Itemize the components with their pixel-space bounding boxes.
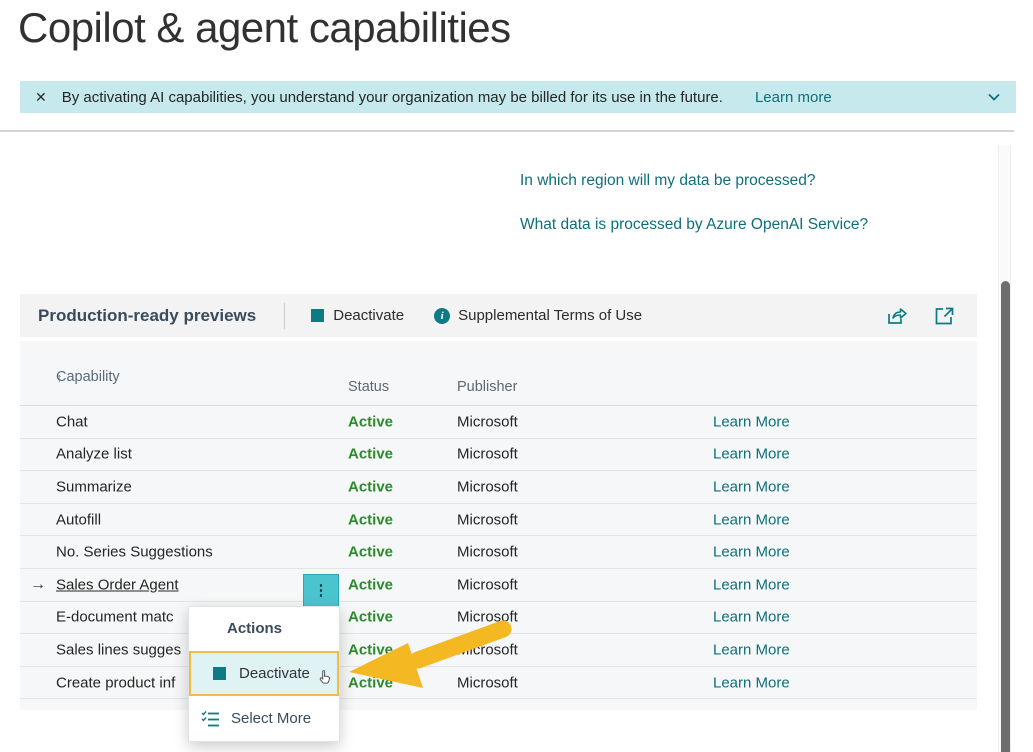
sort-ascending-icon: ↑: [56, 370, 63, 385]
table-row: Sales lines sugges Active Microsoft Lear…: [20, 634, 977, 667]
learn-more-link[interactable]: Learn More: [713, 478, 790, 495]
table-body: Chat Active Microsoft Learn More Analyze…: [20, 406, 977, 699]
publisher-cell: Microsoft: [457, 446, 518, 463]
publisher-cell: Microsoft: [457, 674, 518, 691]
supplemental-terms-button[interactable]: i Supplemental Terms of Use: [434, 307, 642, 324]
close-icon[interactable]: ✕: [35, 89, 47, 106]
capability-cell[interactable]: Autofill: [56, 511, 101, 528]
capability-cell[interactable]: Create product inf: [56, 674, 175, 691]
learn-more-link[interactable]: Learn More: [713, 544, 790, 561]
status-badge: Active: [348, 576, 393, 593]
publisher-cell: Microsoft: [457, 544, 518, 561]
table-row: E-document matc Active Microsoft Learn M…: [20, 602, 977, 635]
capability-cell[interactable]: Chat: [56, 413, 88, 430]
banner-message: By activating AI capabilities, you under…: [62, 89, 723, 106]
publisher-cell: Microsoft: [457, 609, 518, 626]
deactivate-square-icon: [213, 667, 226, 680]
capability-cell[interactable]: Sales lines sugges: [56, 641, 181, 658]
supplemental-terms-label: Supplemental Terms of Use: [458, 307, 642, 324]
row-actions-ellipsis-button[interactable]: ⋮: [303, 574, 339, 607]
learn-more-link[interactable]: Learn More: [713, 609, 790, 626]
publisher-cell: Microsoft: [457, 641, 518, 658]
learn-more-link[interactable]: Learn More: [713, 576, 790, 593]
status-badge: Active: [348, 609, 393, 626]
row-actions-context-menu: Actions Deactivate Select More: [188, 606, 340, 742]
menu-item-deactivate-label: Deactivate: [239, 665, 310, 682]
card-header-icons: [886, 306, 955, 326]
publisher-cell: Microsoft: [457, 478, 518, 495]
select-more-checklist-icon: [201, 710, 220, 727]
banner-learn-more-link[interactable]: Learn more: [755, 89, 832, 106]
publisher-cell: Microsoft: [457, 413, 518, 430]
status-badge: Active: [348, 413, 393, 430]
capability-cell[interactable]: Sales Order Agent: [56, 576, 179, 593]
status-badge: Active: [348, 478, 393, 495]
vertical-scrollbar[interactable]: [998, 145, 1011, 752]
selected-row-arrow-icon: →: [30, 576, 46, 594]
learn-more-link[interactable]: Learn More: [713, 674, 790, 691]
table-row: Analyze list Active Microsoft Learn More: [20, 439, 977, 472]
share-icon[interactable]: [886, 306, 908, 326]
chevron-down-icon[interactable]: [986, 90, 1002, 104]
table-row: No. Series Suggestions Active Microsoft …: [20, 536, 977, 569]
copilot-capabilities-page: Copilot & agent capabilities ✕ By activa…: [0, 0, 1033, 752]
menu-item-select-more-label: Select More: [231, 710, 311, 727]
deactivate-square-icon: [311, 309, 324, 322]
capability-cell[interactable]: E-document matc: [56, 609, 174, 626]
learn-more-link[interactable]: Learn More: [713, 413, 790, 430]
status-badge: Active: [348, 544, 393, 561]
menu-item-select-more[interactable]: Select More: [189, 696, 339, 741]
divider: [0, 130, 1014, 132]
capability-cell[interactable]: Summarize: [56, 478, 132, 495]
table-row: → Sales Order Agent Active Microsoft Lea…: [20, 569, 977, 602]
table-header-row: Capability ↑ Status Publisher: [20, 341, 977, 406]
learn-more-link[interactable]: Learn More: [713, 511, 790, 528]
divider: [284, 303, 285, 329]
table-row: Create product inf Active Microsoft Lear…: [20, 667, 977, 700]
column-header-status[interactable]: Status: [348, 379, 389, 395]
learn-more-link[interactable]: Learn More: [713, 446, 790, 463]
page-title: Copilot & agent capabilities: [18, 4, 511, 52]
deactivate-toolbar-button[interactable]: Deactivate: [311, 307, 404, 324]
mouse-pointer-hand-icon: [318, 669, 333, 686]
faq-link-openai[interactable]: What data is processed by Azure OpenAI S…: [520, 216, 868, 234]
table-row: Autofill Active Microsoft Learn More: [20, 504, 977, 537]
status-badge: Active: [348, 674, 393, 691]
open-in-new-window-icon[interactable]: [934, 306, 955, 326]
status-badge: Active: [348, 511, 393, 528]
notification-banner: ✕ By activating AI capabilities, you und…: [20, 81, 1016, 113]
faq-link-region[interactable]: In which region will my data be processe…: [520, 172, 816, 190]
publisher-cell: Microsoft: [457, 511, 518, 528]
card-header: Production-ready previews Deactivate i S…: [20, 294, 977, 337]
table-row: Chat Active Microsoft Learn More: [20, 406, 977, 439]
capabilities-table: Capability ↑ Status Publisher Chat Activ…: [20, 341, 977, 710]
capability-cell[interactable]: Analyze list: [56, 446, 132, 463]
context-menu-header: Actions: [189, 607, 339, 651]
column-header-publisher[interactable]: Publisher: [457, 379, 517, 395]
learn-more-link[interactable]: Learn More: [713, 641, 790, 658]
deactivate-toolbar-label: Deactivate: [333, 307, 404, 324]
status-badge: Active: [348, 641, 393, 658]
table-row: Summarize Active Microsoft Learn More: [20, 471, 977, 504]
publisher-cell: Microsoft: [457, 576, 518, 593]
status-badge: Active: [348, 446, 393, 463]
menu-item-deactivate[interactable]: Deactivate: [189, 651, 339, 696]
scrollbar-thumb[interactable]: [1001, 281, 1010, 752]
capability-cell[interactable]: No. Series Suggestions: [56, 544, 213, 561]
card-title: Production-ready previews: [38, 306, 256, 326]
info-icon: i: [434, 308, 450, 324]
